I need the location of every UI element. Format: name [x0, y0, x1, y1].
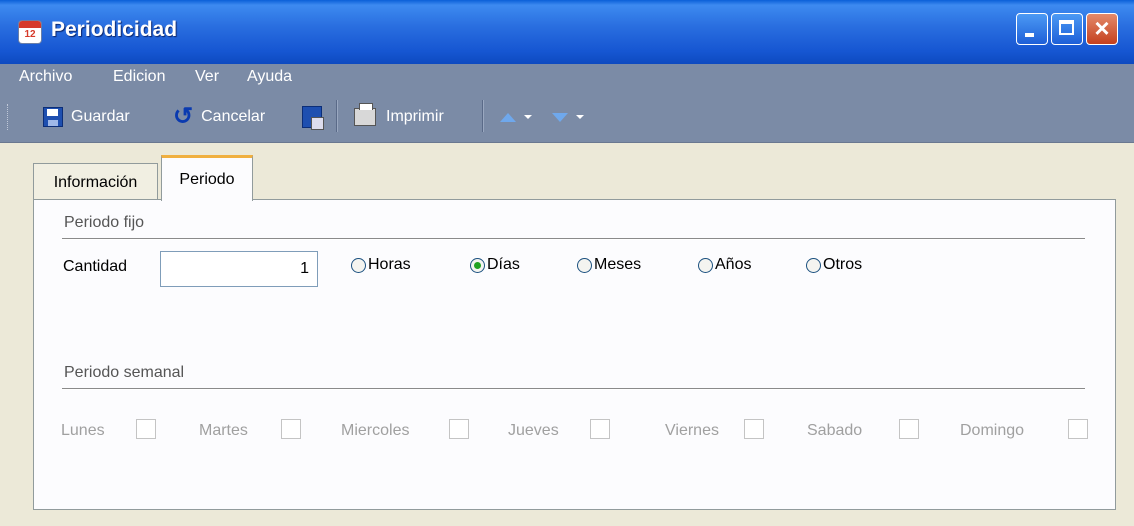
close-button[interactable]: ×: [1086, 13, 1118, 45]
maximize-button[interactable]: [1051, 13, 1083, 45]
print-label: Imprimir: [386, 108, 444, 125]
next-record-button[interactable]: [552, 103, 584, 131]
day-label-miercoles: Miercoles: [341, 422, 410, 439]
menu-edicion[interactable]: Edicion: [113, 68, 165, 86]
previous-record-button[interactable]: [500, 103, 532, 131]
radio-meses[interactable]: Meses: [577, 256, 641, 274]
day-label-sabado: Sabado: [807, 422, 863, 439]
menu-ver[interactable]: Ver: [195, 68, 219, 86]
day-label-jueves: Jueves: [508, 422, 559, 439]
title-bar[interactable]: 12 Periodicidad ×: [0, 0, 1134, 64]
menu-bar: Archivo Edicion Ver Ayuda: [0, 64, 1134, 94]
radio-circle-icon: [351, 257, 366, 273]
radio-circle-icon: [577, 257, 592, 273]
cantidad-input[interactable]: 1: [160, 251, 318, 287]
group-divider: [62, 238, 1085, 240]
radio-circle-icon: [698, 257, 713, 273]
arrow-up-icon: [500, 112, 516, 122]
printer-icon: [354, 103, 376, 126]
save-label: Guardar: [71, 108, 130, 125]
group-title-periodo-fijo: Periodo fijo: [64, 214, 145, 231]
day-label-domingo: Domingo: [960, 422, 1025, 439]
dropdown-caret-icon: [576, 115, 584, 119]
checkbox-miercoles[interactable]: [449, 419, 469, 439]
group-divider: [62, 388, 1085, 390]
calendar-icon: 12: [19, 21, 41, 43]
toolbar-separator: [482, 100, 483, 132]
undo-icon: ↺: [173, 103, 194, 130]
window-title: Periodicidad: [51, 18, 178, 41]
tab-panel-periodo: [33, 199, 1116, 510]
arrow-down-icon: [552, 112, 568, 122]
checkbox-jueves[interactable]: [590, 419, 610, 439]
save-as-icon: [302, 106, 324, 130]
menu-archivo[interactable]: Archivo: [19, 68, 72, 86]
radio-dias[interactable]: Días: [470, 256, 520, 274]
group-title-periodo-semanal: Periodo semanal: [64, 364, 185, 381]
cancel-label: Cancelar: [201, 108, 266, 125]
tab-informacion[interactable]: Información: [33, 163, 158, 201]
checkbox-viernes[interactable]: [744, 419, 764, 439]
cancel-button[interactable]: ↺ Cancelar: [173, 103, 265, 131]
dropdown-caret-icon: [524, 115, 532, 119]
radio-otros[interactable]: Otros: [806, 256, 862, 274]
tab-periodo[interactable]: Periodo: [161, 155, 253, 201]
day-label-viernes: Viernes: [665, 422, 719, 439]
radio-anos[interactable]: Años: [698, 256, 751, 274]
checkbox-sabado[interactable]: [899, 419, 919, 439]
cantidad-label: Cantidad: [63, 258, 128, 275]
radio-horas[interactable]: Horas: [351, 256, 411, 274]
checkbox-lunes[interactable]: [136, 419, 156, 439]
save-icon: [43, 107, 63, 127]
save-as-button[interactable]: [302, 103, 324, 131]
toolbar-grip[interactable]: [7, 104, 11, 130]
save-button[interactable]: Guardar: [43, 103, 130, 131]
close-icon: ×: [1094, 13, 1110, 43]
minimize-button[interactable]: [1016, 13, 1048, 45]
checkbox-martes[interactable]: [281, 419, 301, 439]
periodicidad-window: 12 Periodicidad × Archivo Edicion Ver Ay…: [0, 0, 1134, 526]
radio-circle-icon: [806, 257, 821, 273]
day-label-martes: Martes: [199, 422, 248, 439]
day-label-lunes: Lunes: [61, 422, 105, 439]
menu-ayuda[interactable]: Ayuda: [247, 68, 292, 86]
checkbox-domingo[interactable]: [1068, 419, 1088, 439]
toolbar-separator: [336, 100, 337, 132]
print-button[interactable]: Imprimir: [354, 103, 444, 131]
radio-circle-selected-icon: [470, 257, 485, 273]
